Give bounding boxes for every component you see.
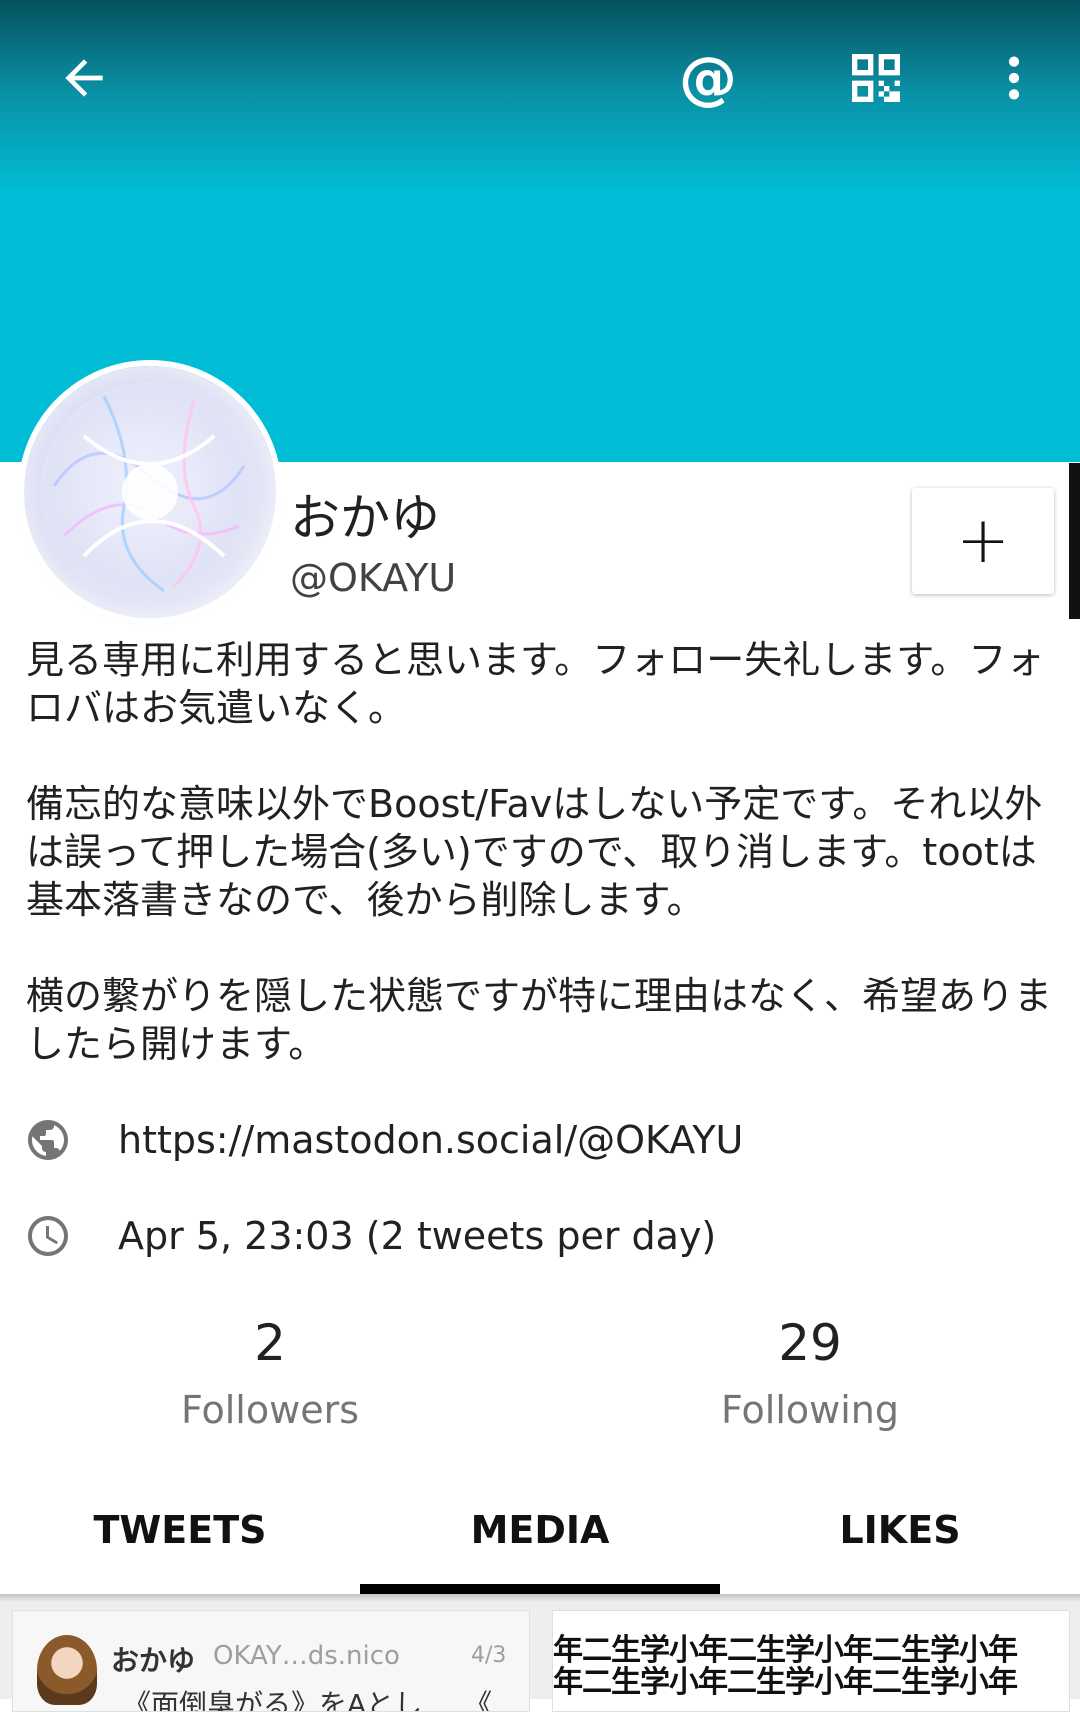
bio-paragraph: 備忘的な意味以外でBoost/Favはしない予定です。それ以外は誤って押した場合…	[26, 782, 1043, 922]
profile-url[interactable]: https://mastodon.social/@OKAYU	[118, 1118, 743, 1162]
activity-text: Apr 5, 23:03 (2 tweets per day)	[118, 1214, 717, 1258]
tab-tweets[interactable]: TWEETS	[0, 1468, 360, 1592]
globe-icon	[28, 1120, 68, 1160]
plasma-orb-image	[40, 382, 260, 602]
avatar	[37, 1635, 97, 1705]
tabs-shadow	[0, 1594, 1080, 1602]
followers-stat[interactable]: 2 Followers	[120, 1318, 420, 1432]
more-options-button[interactable]	[974, 38, 1054, 118]
at-icon: @	[679, 44, 737, 112]
tab-selected-indicator	[360, 1584, 720, 1594]
profile-tabs: TWEETS MEDIA LIKES	[0, 1468, 1080, 1592]
account-handle: @OKAYU	[290, 556, 457, 600]
followers-label: Followers	[181, 1388, 359, 1432]
profile-avatar[interactable]	[24, 366, 276, 618]
qr-code-icon	[852, 54, 900, 102]
arrow-left-icon	[65, 59, 103, 97]
display-name: おかゆ	[290, 489, 440, 547]
qr-code-button[interactable]	[836, 38, 916, 118]
scrollbar[interactable]	[1069, 463, 1080, 619]
media-image-text: 年二生学小年二生学小年二生学小年	[553, 1665, 1018, 1700]
follow-button[interactable]: +	[912, 488, 1054, 594]
clock-icon	[28, 1216, 68, 1256]
activity-row: Apr 5, 23:03 (2 tweets per day)	[24, 1212, 716, 1260]
following-stat[interactable]: 29 Following	[660, 1318, 960, 1432]
bio-paragraph: 横の繋がりを隠した状態ですが特に理由はなく、希望ありましたら開けます。	[26, 974, 1053, 1066]
tab-media[interactable]: MEDIA	[360, 1468, 720, 1592]
media-date: 4/3	[471, 1643, 507, 1668]
tab-likes[interactable]: LIKES	[720, 1468, 1080, 1592]
following-count: 29	[778, 1314, 842, 1372]
media-item[interactable]: おかゆ OKAY…ds.nico 4/3 《面倒臭がる》をAとし 《	[12, 1610, 530, 1712]
media-item[interactable]: 年二生学小年二生学小年二生学小年 年二生学小年二生学小年二生学小年	[552, 1610, 1070, 1712]
followers-count: 2	[254, 1314, 286, 1372]
media-text: 《面倒臭がる》をAとし 《	[123, 1688, 493, 1712]
media-author-name: おかゆ	[111, 1644, 196, 1677]
bio-paragraph: 見る専用に利用すると思います。フォロー失礼します。フォロバはお気遣いなく。	[26, 638, 1045, 730]
profile-url-row[interactable]: https://mastodon.social/@OKAYU	[24, 1116, 743, 1164]
more-vertical-icon	[1008, 56, 1020, 100]
mention-button[interactable]: @	[668, 38, 748, 118]
media-author-handle: OKAY…ds.nico	[213, 1641, 400, 1671]
following-label: Following	[721, 1388, 899, 1432]
plus-icon: +	[956, 504, 1010, 578]
profile-bio: 見る専用に利用すると思います。フォロー失礼します。フォロバはお気遣いなく。 備忘…	[26, 636, 1056, 1116]
back-button[interactable]	[44, 38, 124, 118]
